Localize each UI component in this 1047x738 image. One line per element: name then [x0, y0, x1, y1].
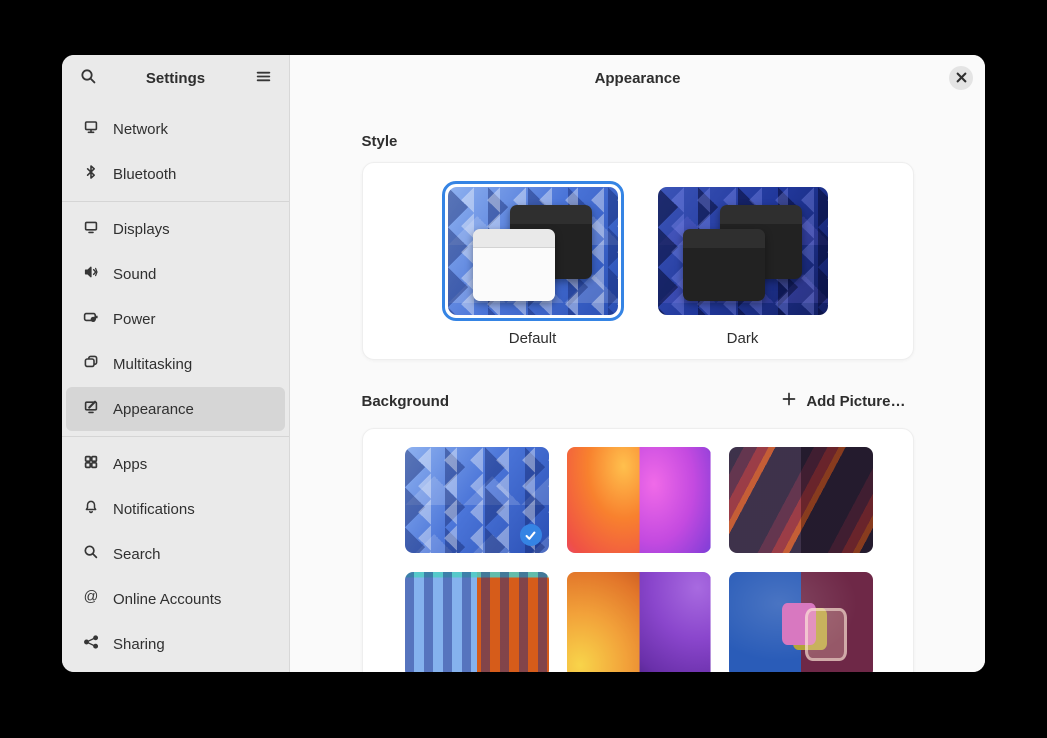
style-option-default[interactable]: Default: [442, 181, 624, 347]
sidebar-item-bluetooth[interactable]: Bluetooth: [66, 152, 285, 196]
sidebar-separator: [62, 201, 289, 202]
online-accounts-icon: @: [83, 589, 99, 609]
sharing-icon: [83, 634, 99, 654]
sidebar-item-label: Search: [113, 546, 161, 563]
search-icon: [80, 68, 97, 88]
sidebar-item-label: Network: [113, 121, 168, 138]
style-default-preview: [448, 187, 618, 315]
style-option-label: Default: [509, 330, 557, 347]
sidebar-item-network[interactable]: Network: [66, 107, 285, 151]
bluetooth-icon: [83, 164, 99, 184]
style-section-label: Style: [362, 133, 914, 150]
sidebar-title: Settings: [103, 70, 248, 87]
svg-text:@: @: [84, 589, 99, 605]
plus-icon: [781, 391, 797, 411]
search-button[interactable]: [73, 63, 103, 93]
wallpaper-tile-blue-orange-drips[interactable]: [405, 572, 549, 672]
main-menu-button[interactable]: [248, 63, 278, 93]
notifications-icon: [83, 499, 99, 519]
sidebar-item-notifications[interactable]: Notifications: [66, 487, 285, 531]
style-option-label: Dark: [727, 330, 759, 347]
content-scroll-area[interactable]: Style: [290, 101, 985, 672]
sidebar-item-label: Multitasking: [113, 356, 192, 373]
style-card: Default: [362, 162, 914, 360]
sidebar-item-online-accounts[interactable]: @ Online Accounts: [66, 577, 285, 621]
power-icon: [83, 309, 99, 329]
wallpaper-tile-gold-purple-folds[interactable]: [567, 572, 711, 672]
preview-window-front: [473, 229, 555, 301]
style-dark-preview: [658, 187, 828, 315]
search-icon: [83, 544, 99, 564]
sidebar: Settings Network: [62, 55, 290, 672]
sidebar-item-search[interactable]: Search: [66, 532, 285, 576]
hamburger-menu-icon: [255, 68, 272, 88]
sidebar-item-power[interactable]: Power: [66, 297, 285, 341]
add-picture-button[interactable]: Add Picture…: [773, 387, 913, 415]
displays-icon: [83, 219, 99, 239]
main-panel: Appearance Style: [290, 55, 985, 672]
sidebar-item-label: Sound: [113, 266, 156, 283]
sidebar-header: Settings: [62, 55, 289, 101]
sidebar-item-appearance[interactable]: Appearance: [66, 387, 285, 431]
sidebar-item-multitasking[interactable]: Multitasking: [66, 342, 285, 386]
sidebar-item-sharing[interactable]: Sharing: [66, 622, 285, 666]
main-header: Appearance: [290, 55, 985, 101]
sidebar-item-label: Sharing: [113, 636, 165, 653]
background-card: [362, 428, 914, 672]
settings-window: Settings Network: [62, 55, 985, 672]
appearance-icon: [83, 399, 99, 419]
sidebar-separator: [62, 436, 289, 437]
close-icon: [956, 71, 967, 86]
sidebar-item-apps[interactable]: Apps: [66, 442, 285, 486]
background-section-label: Background: [362, 393, 450, 410]
style-default-selected-ring: [442, 181, 624, 321]
sidebar-item-label: Bluetooth: [113, 166, 176, 183]
preview-window-front: [683, 229, 765, 301]
apps-icon: [83, 454, 99, 474]
sidebar-item-label: Displays: [113, 221, 170, 238]
sidebar-item-displays[interactable]: Displays: [66, 207, 285, 251]
wallpaper-tile-dark-red-waves[interactable]: [729, 447, 873, 553]
selected-check-badge: [520, 524, 542, 546]
add-picture-label: Add Picture…: [806, 393, 905, 410]
sidebar-item-label: Power: [113, 311, 156, 328]
network-icon: [83, 119, 99, 139]
sidebar-item-label: Online Accounts: [113, 591, 221, 608]
multitasking-icon: [83, 354, 99, 374]
sidebar-item-label: Apps: [113, 456, 147, 473]
sound-icon: [83, 264, 99, 284]
wallpaper-tile-blue-triangles[interactable]: [405, 447, 549, 553]
close-button[interactable]: [949, 66, 973, 90]
style-option-dark[interactable]: Dark: [652, 181, 834, 347]
wallpaper-tile-glass-cubes-blue-maroon[interactable]: [729, 572, 873, 672]
sidebar-item-label: Notifications: [113, 501, 195, 518]
style-dark-ring: [652, 181, 834, 321]
wallpaper-tile-orange-magenta-gradient[interactable]: [567, 447, 711, 553]
sidebar-item-label: Appearance: [113, 401, 194, 418]
sidebar-nav: Network Bluetooth Displays: [62, 101, 289, 667]
page-title: Appearance: [595, 70, 681, 87]
sidebar-item-sound[interactable]: Sound: [66, 252, 285, 296]
